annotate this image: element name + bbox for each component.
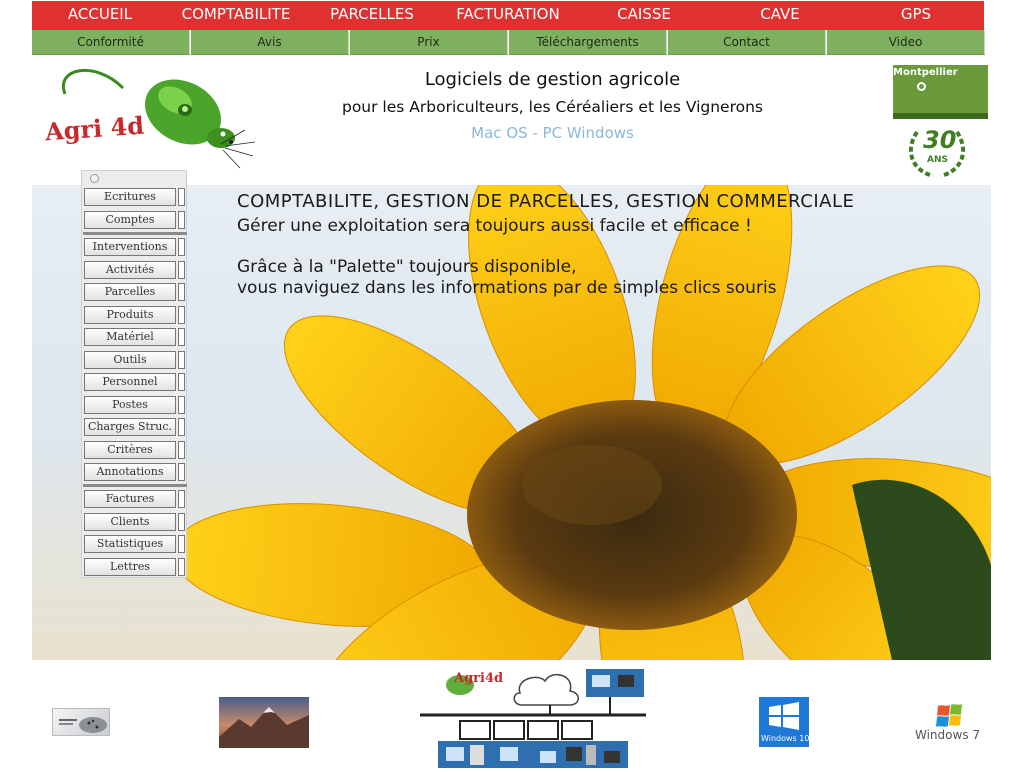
badge-footer [893, 113, 988, 119]
montpellier-label: Montpellier [893, 67, 958, 78]
os-support-link[interactable]: Mac OS - PC Windows [300, 124, 805, 142]
palette-charges-struc[interactable]: Charges Struc. [84, 418, 176, 436]
leopard-icon [59, 717, 107, 733]
subnav-video[interactable]: Video [827, 30, 985, 55]
palette-annotations[interactable]: Annotations [84, 463, 176, 481]
hero-heading: COMPTABILITE, GESTION DE PARCELLES, GEST… [237, 191, 855, 212]
palette-tab[interactable] [178, 441, 185, 459]
hero-line1: Gérer une exploitation sera toujours aus… [237, 216, 752, 236]
windows-flag-icon [936, 704, 962, 727]
subnav-prix[interactable]: Prix [350, 30, 508, 55]
palette-activites[interactable]: Activités [84, 261, 176, 279]
mountain-icon [219, 707, 309, 748]
palette-factures[interactable]: Factures [84, 490, 176, 508]
nav-parcelles[interactable]: PARCELLES [304, 1, 440, 30]
palette-lettres[interactable]: Lettres [84, 558, 176, 576]
palette-tab[interactable] [178, 351, 185, 369]
palette-tab[interactable] [178, 211, 185, 229]
windows7-label: Windows 7 [915, 728, 981, 742]
palette-tab[interactable] [178, 463, 185, 481]
location-dot-icon [917, 82, 926, 91]
palette-tab[interactable] [178, 418, 185, 436]
palette-tab[interactable] [178, 306, 185, 324]
diagram-logo-text: Agri4d [454, 671, 504, 686]
anniversary-number: 30 [923, 126, 957, 154]
palette-criteres[interactable]: Critères [84, 441, 176, 459]
palette-comptes[interactable]: Comptes [84, 211, 176, 229]
palette-personnel[interactable]: Personnel [84, 373, 176, 391]
palette-tab[interactable] [178, 535, 185, 553]
nav-comptabilite[interactable]: COMPTABILITE [168, 1, 304, 30]
network-diagram: Agri4d [420, 665, 646, 768]
hero-line2: Grâce à la "Palette" toujours disponible… [237, 257, 577, 277]
palette-tab[interactable] [178, 396, 185, 414]
anniversary-badge: 30 ANS [903, 122, 971, 178]
montpellier-badge[interactable]: Montpellier [893, 65, 988, 119]
palette-tab[interactable] [178, 328, 185, 346]
nav-facturation[interactable]: FACTURATION [440, 1, 576, 30]
palette-tab[interactable] [178, 238, 185, 256]
palette-postes[interactable]: Postes [84, 396, 176, 414]
windows10-icon[interactable]: Windows 10 [759, 697, 809, 747]
palette-tab[interactable] [178, 490, 185, 508]
palette-tab[interactable] [178, 261, 185, 279]
nav-cave[interactable]: CAVE [712, 1, 848, 30]
palette-clients[interactable]: Clients [84, 513, 176, 531]
windows10-label: Windows 10 [761, 734, 810, 743]
subnav-contact[interactable]: Contact [668, 30, 826, 55]
palette-parcelles[interactable]: Parcelles [84, 283, 176, 301]
windows7-icon[interactable]: Windows 7 [914, 702, 981, 744]
agri4d-logo[interactable]: Agri 4d [35, 64, 257, 172]
page-subtitle: pour les Arboriculteurs, les Céréaliers … [341, 98, 764, 116]
palette-statistiques[interactable]: Statistiques [84, 535, 176, 553]
palette-tab[interactable] [178, 558, 185, 576]
subnav-conformite[interactable]: Conformité [32, 30, 190, 55]
main-nav: ACCUEIL COMPTABILITE PARCELLES FACTURATI… [32, 1, 984, 30]
palette-window: Ecritures Comptes Interventions Activité… [81, 170, 187, 578]
anniversary-unit: ANS [927, 155, 948, 165]
palette-materiel[interactable]: Matériel [84, 328, 176, 346]
palette-ecritures[interactable]: Ecritures [84, 188, 176, 206]
palette-tab[interactable] [178, 283, 185, 301]
macos-sierra-icon[interactable] [219, 697, 309, 748]
palette-outils[interactable]: Outils [84, 351, 176, 369]
palette-separator [83, 484, 187, 487]
palette-interventions[interactable]: Interventions [84, 238, 176, 256]
subnav-avis[interactable]: Avis [191, 30, 349, 55]
nav-gps[interactable]: GPS [848, 1, 984, 30]
sub-nav: Conformité Avis Prix Téléchargements Con… [32, 30, 986, 56]
nav-caisse[interactable]: CAISSE [576, 1, 712, 30]
hero-text: COMPTABILITE, GESTION DE PARCELLES, GEST… [237, 191, 854, 299]
palette-close-icon[interactable] [90, 174, 99, 183]
macos-snow-leopard-icon[interactable] [52, 708, 110, 736]
palette-tab[interactable] [178, 373, 185, 391]
page-title: Logiciels de gestion agricole [424, 69, 681, 90]
palette-tab[interactable] [178, 513, 185, 531]
hero-line3: vous naviguez dans les informations par … [237, 278, 777, 298]
palette-produits[interactable]: Produits [84, 306, 176, 324]
windows-logo-icon [769, 702, 799, 730]
palette-tab[interactable] [178, 188, 185, 206]
palette-separator [83, 232, 187, 235]
subnav-telechargements[interactable]: Téléchargements [509, 30, 667, 55]
platform-strip: Agri4d Windows 10 Windows 7 [0, 660, 1024, 768]
nav-accueil[interactable]: ACCUEIL [32, 1, 168, 30]
